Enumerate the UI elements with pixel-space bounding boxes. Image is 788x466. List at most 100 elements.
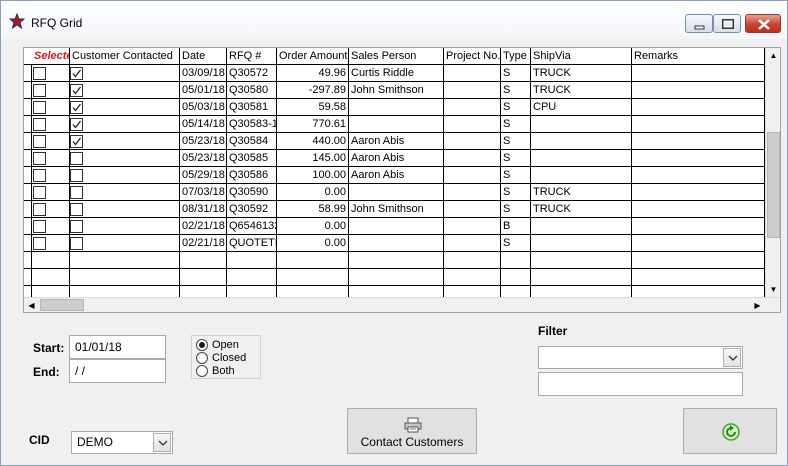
table-row[interactable]: 03/09/18 Q30572 49.96 Curtis Riddle S TRUCK — [24, 65, 765, 82]
radio-closed-dot[interactable] — [196, 352, 208, 364]
cell-type[interactable]: B — [501, 218, 531, 234]
cell-type[interactable]: S — [501, 116, 531, 132]
cell-type[interactable]: S — [501, 201, 531, 217]
cell-remarks[interactable] — [632, 82, 765, 98]
cell-salesperson[interactable]: John Smithson — [349, 201, 444, 217]
column-header-amount[interactable]: Order Amount — [277, 48, 349, 65]
cell-amount[interactable]: 145.00 — [277, 150, 349, 166]
cell-remarks[interactable] — [632, 150, 765, 166]
table-row[interactable]: 05/14/18 Q30583-1 770.61 S — [24, 116, 765, 133]
cell-rfq[interactable]: Q30585 — [227, 150, 277, 166]
table-row[interactable]: 05/01/18 Q30580 -297.89 John Smithson S TRUCK — [24, 82, 765, 99]
table-row[interactable] — [24, 269, 765, 286]
cell-remarks[interactable] — [632, 99, 765, 115]
cell-date[interactable]: 08/31/18 — [180, 201, 227, 217]
rfq-data-grid[interactable]: SelectedCustomer ContactedDateRFQ #Order… — [23, 47, 781, 313]
cid-select[interactable]: DEMO — [71, 431, 173, 454]
cell-type[interactable] — [501, 252, 531, 268]
contacted-checkbox[interactable] — [70, 84, 83, 97]
filter-select[interactable] — [538, 346, 743, 369]
select-checkbox[interactable] — [33, 152, 46, 165]
radio-both-dot[interactable] — [196, 365, 208, 377]
cell-remarks[interactable] — [632, 218, 765, 234]
select-checkbox[interactable] — [33, 84, 46, 97]
cell-shipvia[interactable] — [531, 133, 632, 149]
cell-date[interactable]: 05/23/18 — [180, 150, 227, 166]
cell-rfq[interactable] — [227, 252, 277, 268]
cell-project[interactable] — [444, 82, 501, 98]
cell-salesperson[interactable] — [349, 218, 444, 234]
cell-shipvia[interactable] — [531, 252, 632, 268]
cell-project[interactable] — [444, 235, 501, 251]
cell-rfq[interactable]: Q30584 — [227, 133, 277, 149]
contacted-checkbox[interactable] — [70, 101, 83, 114]
cell-rfq[interactable] — [227, 269, 277, 285]
cell-type[interactable]: S — [501, 150, 531, 166]
cell-shipvia[interactable]: CPU — [531, 99, 632, 115]
title-bar[interactable]: RFQ Grid — [1, 1, 787, 39]
refresh-button[interactable] — [683, 408, 777, 454]
scroll-right-icon[interactable]: ▶ — [750, 298, 765, 313]
cell-project[interactable] — [444, 252, 501, 268]
cell-shipvia[interactable]: TRUCK — [531, 82, 632, 98]
contacted-checkbox[interactable] — [70, 169, 83, 182]
cell-rfq[interactable]: Q30581 — [227, 99, 277, 115]
cell-remarks[interactable] — [632, 184, 765, 200]
cell-shipvia[interactable]: TRUCK — [531, 201, 632, 217]
cell-date[interactable]: 03/09/18 — [180, 65, 227, 81]
cell-project[interactable] — [444, 133, 501, 149]
select-checkbox[interactable] — [33, 135, 46, 148]
table-row[interactable]: 08/31/18 Q30592 58.99 John Smithson S TRUCK — [24, 201, 765, 218]
cell-amount[interactable]: 100.00 — [277, 167, 349, 183]
cell-remarks[interactable] — [632, 201, 765, 217]
cell-date[interactable]: 05/14/18 — [180, 116, 227, 132]
cell-project[interactable] — [444, 269, 501, 285]
column-header-date[interactable]: Date — [180, 48, 227, 65]
cell-rfq[interactable]: Q30572 — [227, 65, 277, 81]
cell-contacted[interactable] — [70, 252, 180, 268]
cell-type[interactable]: S — [501, 82, 531, 98]
select-checkbox[interactable] — [33, 220, 46, 233]
filter-dropdown-button[interactable] — [723, 348, 741, 367]
contacted-checkbox[interactable] — [70, 67, 83, 80]
cell-type[interactable] — [501, 269, 531, 285]
cell-rfq[interactable]: Q30590 — [227, 184, 277, 200]
cell-salesperson[interactable]: Aaron Abis — [349, 133, 444, 149]
minimize-button[interactable] — [685, 14, 713, 33]
cell-salesperson[interactable]: John Smithson — [349, 82, 444, 98]
scroll-down-icon[interactable]: ▼ — [766, 282, 781, 297]
column-header-rfq[interactable]: RFQ # — [227, 48, 277, 65]
table-row[interactable]: 07/03/18 Q30590 0.00 S TRUCK — [24, 184, 765, 201]
select-checkbox[interactable] — [33, 67, 46, 80]
cell-rfq[interactable]: Q30580 — [227, 82, 277, 98]
cell-shipvia[interactable] — [531, 218, 632, 234]
cid-dropdown-button[interactable] — [153, 433, 171, 452]
cell-amount[interactable]: 440.00 — [277, 133, 349, 149]
cell-shipvia[interactable] — [531, 235, 632, 251]
contacted-checkbox[interactable] — [70, 186, 83, 199]
cell-remarks[interactable] — [632, 235, 765, 251]
cell-selected[interactable] — [32, 269, 70, 285]
select-checkbox[interactable] — [33, 101, 46, 114]
cell-rfq[interactable]: Q6546132 — [227, 218, 277, 234]
cell-project[interactable] — [444, 184, 501, 200]
vertical-scroll-thumb[interactable] — [767, 132, 780, 238]
horizontal-scroll-thumb[interactable] — [40, 299, 84, 311]
cell-type[interactable]: S — [501, 235, 531, 251]
table-row[interactable]: 05/23/18 Q30585 145.00 Aaron Abis S — [24, 150, 765, 167]
maximize-button[interactable] — [713, 14, 741, 33]
cell-amount[interactable]: 58.99 — [277, 201, 349, 217]
select-checkbox[interactable] — [33, 169, 46, 182]
select-checkbox[interactable] — [33, 118, 46, 131]
cell-salesperson[interactable] — [349, 252, 444, 268]
cell-project[interactable] — [444, 167, 501, 183]
cell-project[interactable] — [444, 65, 501, 81]
cell-date[interactable]: 07/03/18 — [180, 184, 227, 200]
cell-date[interactable]: 05/03/18 — [180, 99, 227, 115]
cell-type[interactable]: S — [501, 99, 531, 115]
select-checkbox[interactable] — [33, 203, 46, 216]
cell-amount[interactable]: 59.58 — [277, 99, 349, 115]
column-header-selected[interactable]: Selected — [32, 48, 70, 65]
cell-type[interactable]: S — [501, 184, 531, 200]
cell-remarks[interactable] — [632, 116, 765, 132]
